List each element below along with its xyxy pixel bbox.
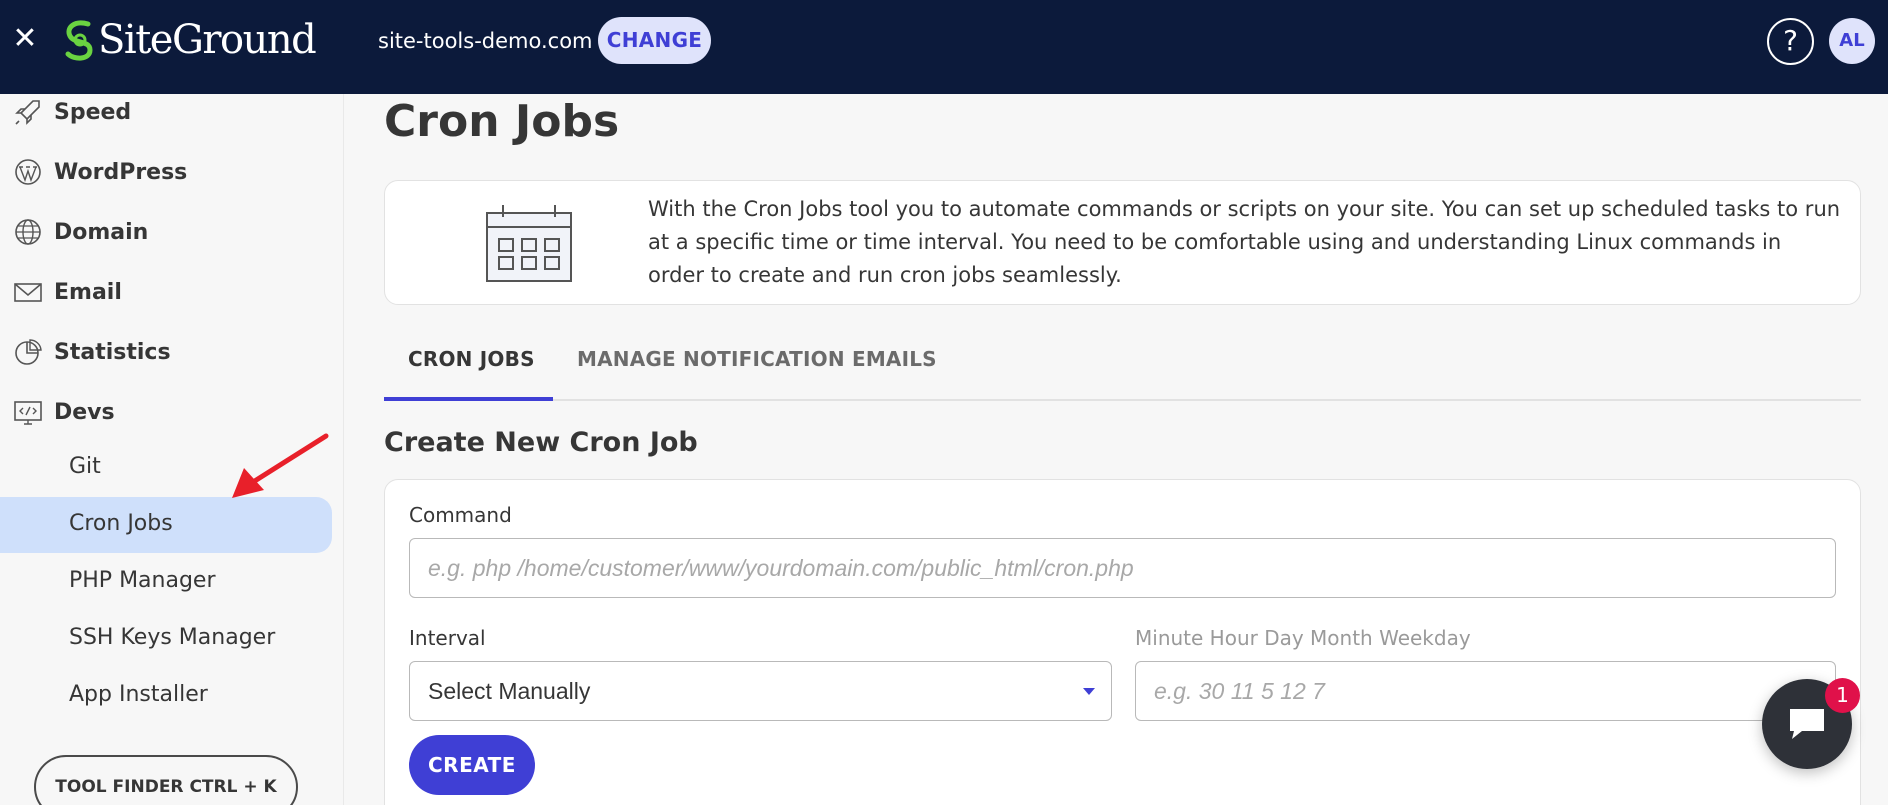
notification-badge: 1 [1825,678,1860,713]
sidebar-item-email[interactable]: Email [0,270,344,314]
sidebar-subitem-php-manager[interactable]: PHP Manager [0,554,332,610]
interval-select[interactable]: Select Manually [409,661,1112,721]
sidebar-item-speed[interactable]: Speed [0,90,344,134]
sidebar-item-label: Domain [54,219,149,245]
section-title: Create New Cron Job [384,427,698,458]
rocket-icon [15,100,40,125]
arrow-annotation-icon [232,433,329,498]
logo-text: SiteGround [98,17,317,63]
sidebar-item-label: Statistics [54,339,171,365]
change-site-button[interactable]: CHANGE [598,17,711,64]
sidebar-subitem-label: Git [69,454,101,479]
schedule-label: Minute Hour Day Month Weekday [1135,626,1471,650]
sidebar-subitem-label: PHP Manager [69,568,216,593]
top-bar: ✕ SiteGround site-tools-demo.com CHANGE … [0,0,1888,94]
sidebar-subitem-cron-jobs[interactable]: Cron Jobs [0,497,332,553]
create-button[interactable]: CREATE [409,735,535,795]
envelope-icon [14,283,42,302]
info-text: With the Cron Jobs tool you to automate … [648,197,1841,287]
sidebar-item-devs[interactable]: Devs [0,390,344,434]
tab-bar: CRON JOBS MANAGE NOTIFICATION EMAILS [384,339,1861,401]
siteground-logo[interactable]: SiteGround [62,16,317,64]
close-icon[interactable]: ✕ [8,22,42,56]
create-cron-form: Command e.g. php /home/customer/www/your… [384,479,1861,805]
sidebar-item-wordpress[interactable]: WordPress [0,150,344,194]
sidebar-subitem-label: App Installer [69,682,208,707]
command-input[interactable]: e.g. php /home/customer/www/yourdomain.c… [409,538,1836,598]
chevron-down-icon [1083,688,1095,695]
sidebar: Speed WordPress Domain Email Statistics [0,94,344,805]
schedule-input[interactable]: e.g. 30 11 5 12 7 [1135,661,1836,721]
page-title: Cron Jobs [384,96,620,147]
tab-cron-jobs[interactable]: CRON JOBS [384,339,553,401]
sidebar-subitem-app-installer[interactable]: App Installer [0,668,332,724]
sidebar-subitem-label: Cron Jobs [69,511,173,536]
sidebar-item-label: Speed [54,99,132,125]
globe-icon [15,219,41,245]
pie-chart-icon [15,339,42,365]
sidebar-item-label: Devs [54,399,115,425]
calendar-icon [486,205,572,282]
interval-label: Interval [409,626,486,650]
sidebar-item-domain[interactable]: Domain [0,210,344,254]
wordpress-icon [15,159,41,185]
site-name: site-tools-demo.com [378,29,593,53]
help-icon[interactable]: ? [1767,18,1814,65]
info-box: With the Cron Jobs tool you to automate … [384,180,1861,305]
sidebar-subitem-label: SSH Keys Manager [69,625,276,650]
sidebar-item-label: Email [54,279,122,305]
tool-finder-button[interactable]: TOOL FINDER CTRL + K [34,755,298,805]
sidebar-subitem-ssh-keys-manager[interactable]: SSH Keys Manager [0,611,332,667]
code-monitor-icon [14,401,42,425]
main-content: Cron Jobs With the Cron Jobs tool you to… [384,94,1862,805]
tab-manage-notification-emails[interactable]: MANAGE NOTIFICATION EMAILS [577,339,937,401]
sidebar-item-statistics[interactable]: Statistics [0,330,344,374]
command-label: Command [409,503,512,527]
avatar[interactable]: AL [1829,18,1875,64]
siteground-logo-icon [65,20,93,61]
chat-icon [1790,709,1824,739]
interval-selected-value: Select Manually [428,678,591,704]
sidebar-item-label: WordPress [54,159,188,185]
